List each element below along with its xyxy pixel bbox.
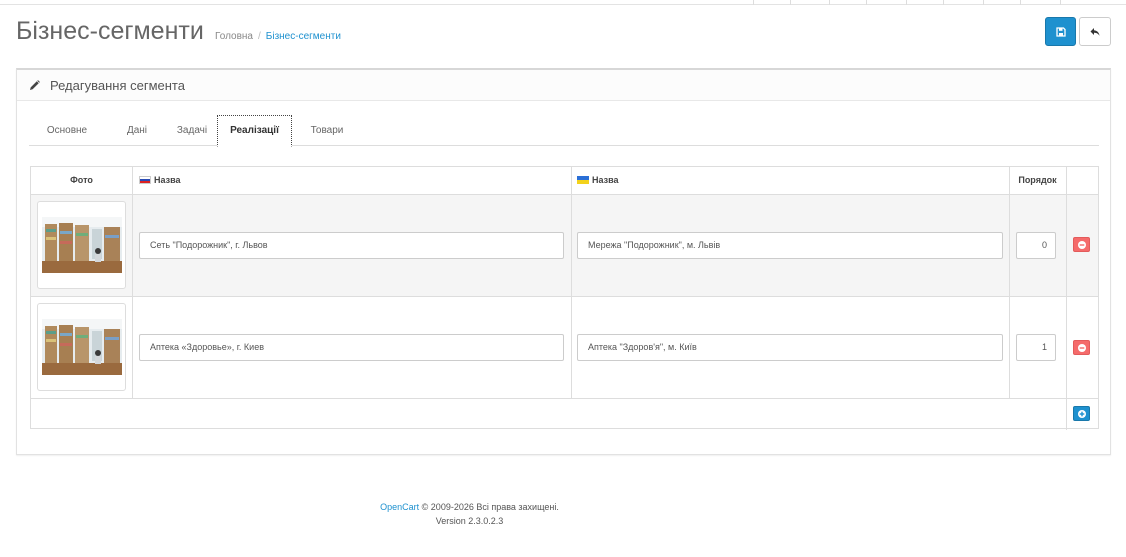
order-input[interactable]: 0 [1016, 232, 1056, 259]
name-ru-input[interactable]: Сеть "Подорожник", г. Львов [139, 232, 564, 259]
navbar-item[interactable] [753, 0, 754, 5]
top-navbar [0, 0, 1126, 5]
column-header-name-ua: Назва [577, 167, 619, 194]
tab-bar: Основне Дані Задачі Реалізації Товари [29, 115, 1099, 147]
navbar-item[interactable] [983, 0, 984, 5]
edit-segment-panel: Редагування сегмента Основне Дані Задачі… [16, 68, 1111, 455]
tab-implementations[interactable]: Реалізації [217, 115, 292, 147]
name-ua-input[interactable]: Мережа "Подорожник", м. Львів [577, 232, 1003, 259]
reply-icon [1090, 27, 1100, 36]
pencil-icon [30, 80, 40, 90]
column-header-photo: Фото [70, 175, 93, 185]
photo-thumbnail[interactable] [37, 201, 126, 289]
tab-products[interactable]: Товари [297, 115, 357, 146]
photo-thumbnail[interactable] [37, 303, 126, 391]
navbar-item[interactable] [790, 0, 791, 5]
name-ua-input[interactable]: Аптека "Здоров'я", м. Київ [577, 334, 1003, 361]
pharmacy-photo [42, 217, 122, 273]
copyright-text: © 2009-2026 Всі права захищені. [421, 502, 559, 512]
back-button[interactable] [1079, 17, 1111, 46]
add-row-button[interactable] [1073, 406, 1090, 421]
breadcrumb: Головна / Бізнес-сегменти [215, 31, 341, 42]
navbar-item[interactable] [1020, 0, 1021, 5]
footer-copyright: OpenCart © 2009-2026 Всі права захищені. [0, 502, 939, 512]
panel-heading: Редагування сегмента [17, 70, 1110, 101]
tab-tasks[interactable]: Задачі [162, 115, 222, 146]
navbar-item[interactable] [866, 0, 867, 5]
minus-circle-icon [1077, 343, 1086, 352]
column-header-order: Порядок [1018, 175, 1057, 185]
column-header-name-ru: Назва [139, 167, 181, 194]
navbar-item[interactable] [943, 0, 944, 5]
remove-row-button[interactable] [1073, 340, 1090, 355]
navbar-item[interactable] [1060, 0, 1061, 5]
footer-version: Version 2.3.0.2.3 [435, 516, 504, 526]
pharmacy-photo [42, 319, 122, 375]
page-title: Бізнес-сегменти [16, 17, 204, 45]
order-input[interactable]: 1 [1016, 334, 1056, 361]
breadcrumb-home[interactable]: Головна [215, 31, 253, 42]
minus-circle-icon [1077, 240, 1086, 249]
breadcrumb-current[interactable]: Бізнес-сегменти [266, 31, 341, 42]
navbar-item[interactable] [829, 0, 830, 5]
save-icon [1055, 26, 1066, 37]
tab-main[interactable]: Основне [33, 115, 101, 146]
opencart-link[interactable]: OpenCart [380, 502, 419, 512]
russian-flag-icon [139, 176, 151, 184]
save-button[interactable] [1045, 17, 1076, 46]
tab-data[interactable]: Дані [115, 115, 159, 146]
ukrainian-flag-icon [577, 176, 589, 184]
panel-title: Редагування сегмента [50, 78, 185, 93]
implementations-table: Фото Назва Назва Порядок Сеть "Подорожни… [30, 166, 1099, 430]
remove-row-button[interactable] [1073, 237, 1090, 252]
navbar-item[interactable] [906, 0, 907, 5]
name-ru-input[interactable]: Аптека «Здоровье», г. Киев [139, 334, 564, 361]
breadcrumb-separator: / [258, 31, 261, 42]
plus-circle-icon [1077, 409, 1086, 418]
